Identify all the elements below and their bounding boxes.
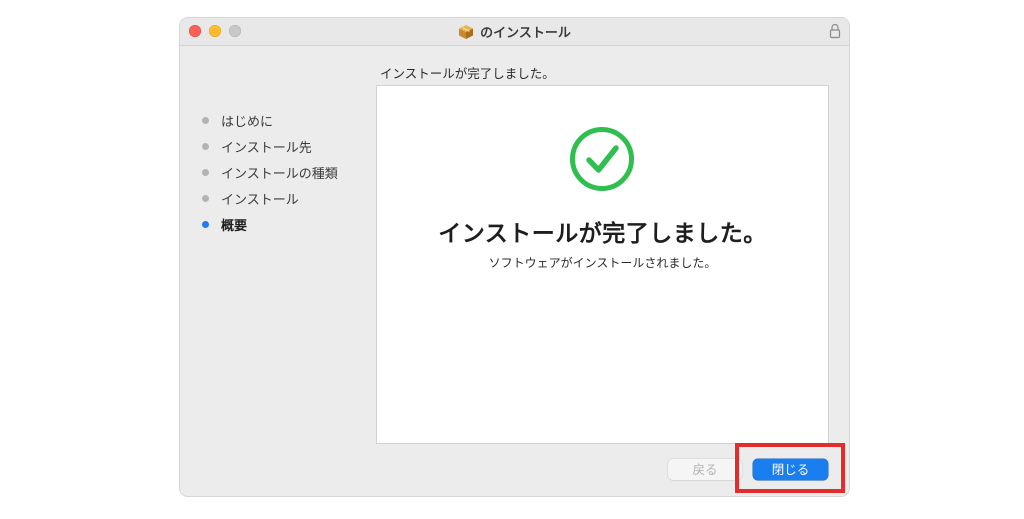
step-dot [202, 168, 209, 176]
package-icon [459, 24, 474, 39]
highlight-box [735, 443, 845, 493]
step-label: 概要 [221, 218, 248, 234]
step-destination: インストール先 [202, 133, 372, 159]
step-label: インストール [221, 192, 299, 208]
lock-icon[interactable] [829, 23, 841, 39]
page-heading: インストールが完了しました。 [380, 66, 555, 81]
completion-title: インストールが完了しました。 [438, 221, 767, 247]
step-dot [202, 194, 209, 202]
completion-message: ソフトウェアがインストールされました。 [488, 256, 717, 270]
step-label: はじめに [221, 114, 274, 130]
step-dot [202, 142, 209, 150]
step-dot [202, 116, 209, 124]
installer-steps-sidebar: はじめに インストール先 インストールの種類 インストール 概要 [202, 107, 372, 237]
content-panel: インストールが完了しました。 ソフトウェアがインストールされました。 [376, 85, 829, 444]
back-button[interactable]: 戻る [668, 459, 742, 480]
step-installation: インストール [202, 185, 372, 211]
step-installation-type: インストールの種類 [202, 159, 372, 185]
checkmark-icon [570, 127, 634, 191]
window-title-group: のインストール [180, 18, 849, 45]
step-label: インストール先 [221, 140, 312, 156]
title-bar: のインストール [180, 18, 849, 46]
installer-window: のインストール インストールが完了しました。 はじめに インストール先 インスト… [180, 18, 849, 496]
step-introduction: はじめに [202, 107, 372, 133]
window-title: のインストール [480, 26, 571, 41]
step-label: インストールの種類 [221, 166, 338, 182]
step-summary: 概要 [202, 211, 372, 237]
step-dot-current [202, 220, 209, 228]
